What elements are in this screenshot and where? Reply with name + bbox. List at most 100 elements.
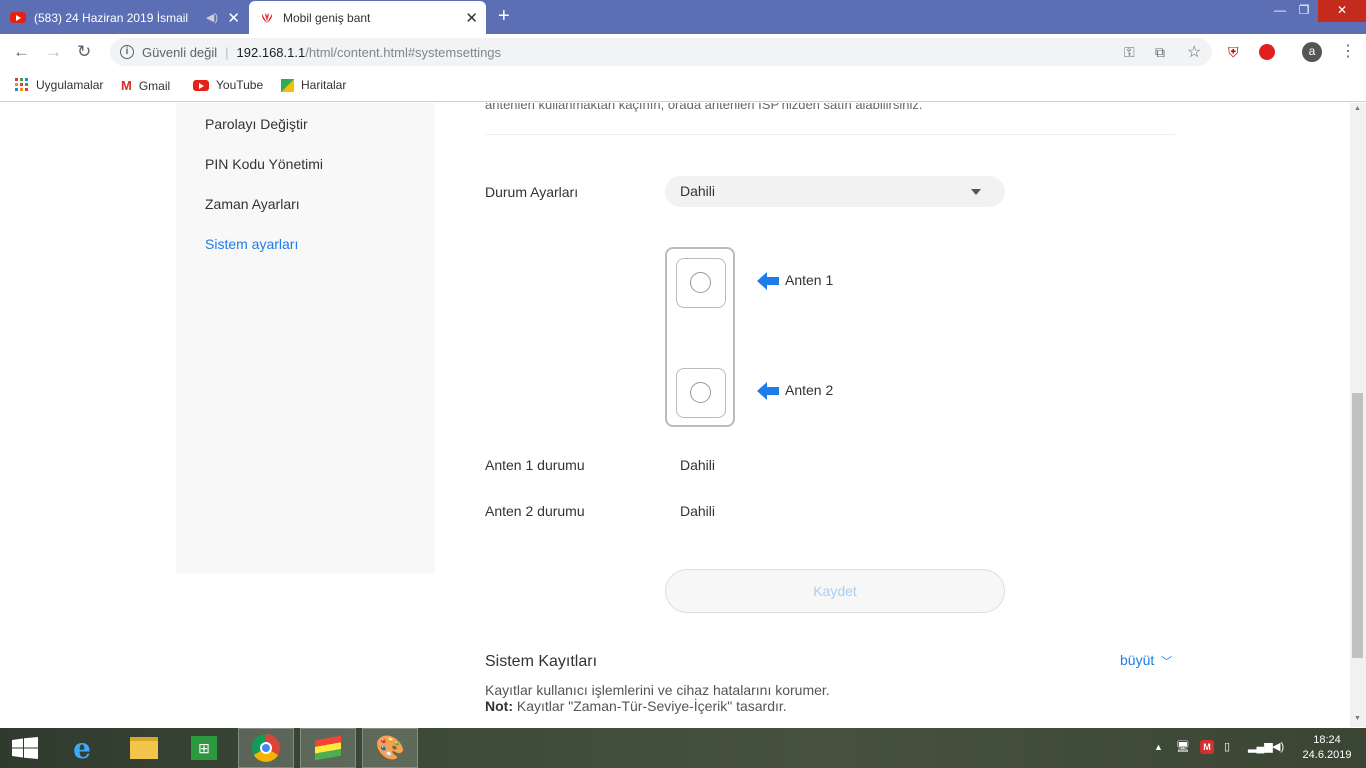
antenna1-status-value: Dahili xyxy=(680,457,716,473)
status-settings-value: Dahili xyxy=(680,183,716,199)
scroll-down-icon[interactable]: ▼ xyxy=(1354,715,1361,722)
reload-button[interactable]: ↻ xyxy=(77,42,91,62)
forward-button[interactable]: → xyxy=(45,42,62,62)
tab-title: (583) 24 Haziran 2019 İsmail xyxy=(34,10,189,25)
arrow-left-icon xyxy=(757,382,779,400)
tab-youtube[interactable]: (583) 24 Haziran 2019 İsmail ◀) ✕ xyxy=(0,1,248,34)
antivirus-icon[interactable]: M xyxy=(1200,740,1214,754)
scrollbar-thumb[interactable] xyxy=(1352,393,1363,658)
adblock-icon[interactable] xyxy=(1259,44,1275,60)
page-scrollbar[interactable]: ▲ ▼ xyxy=(1350,103,1366,727)
folder-icon xyxy=(130,737,158,759)
translate-icon[interactable]: ⧉ xyxy=(1155,44,1165,61)
bookmark-label: Haritalar xyxy=(301,78,347,92)
section-divider xyxy=(485,134,1175,135)
status-settings-select[interactable]: Dahili xyxy=(665,176,1005,207)
expand-link[interactable]: büyüt ﹀ xyxy=(1120,652,1172,669)
restore-button[interactable]: ❐ xyxy=(1292,0,1316,22)
bookmark-label: Uygulamalar xyxy=(36,78,104,92)
info-icon[interactable]: i xyxy=(120,45,134,59)
browser-tab-strip: (583) 24 Haziran 2019 İsmail ◀) ✕ Mobil … xyxy=(0,0,1366,34)
paint-palette-icon: 🎨 xyxy=(375,734,405,762)
close-tab-icon[interactable]: ✕ xyxy=(227,9,240,27)
port-ring-icon xyxy=(690,272,711,293)
antenna2-status-value: Dahili xyxy=(680,503,716,519)
page-content: Parolayı Değiştir PIN Kodu Yönetimi Zama… xyxy=(0,103,1350,727)
sidebar-item-change-password[interactable]: Parolayı Değiştir xyxy=(205,116,308,132)
sidebar-item-time-settings[interactable]: Zaman Ayarları xyxy=(205,196,300,212)
taskbar-paint[interactable]: 🎨 xyxy=(362,728,418,768)
antenna-warning-text: antenleri kullanmaktan kaçının, orada an… xyxy=(485,103,923,112)
new-tab-button[interactable]: + xyxy=(498,5,510,28)
save-button[interactable]: Kaydet xyxy=(665,569,1005,613)
arrow-left-icon xyxy=(757,272,779,290)
close-window-button[interactable]: ✕ xyxy=(1318,0,1366,22)
menu-icon[interactable]: ⋮ xyxy=(1340,41,1356,61)
taskbar-internet-explorer[interactable]: e xyxy=(54,728,110,768)
sidebar-item-system-settings[interactable]: Sistem ayarları xyxy=(205,236,298,252)
bookmark-youtube[interactable]: YouTube xyxy=(193,78,263,92)
taskbar-file-explorer[interactable] xyxy=(116,728,172,768)
router-diagram xyxy=(665,247,735,427)
tray-expand-icon[interactable]: ▲ xyxy=(1154,742,1163,752)
profile-avatar[interactable]: a xyxy=(1302,42,1322,62)
settings-sidebar: Parolayı Değiştir PIN Kodu Yönetimi Zama… xyxy=(176,103,435,573)
windows-taskbar: e ⊞ 🎨 ▲ 🖥 M ▯ ▂▄▆ ◀) 18:24 24.6.2019 xyxy=(0,728,1366,768)
speaker-icon[interactable]: ◀) xyxy=(206,11,218,24)
security-label[interactable]: Güvenli değil xyxy=(142,45,217,60)
bookmark-gmail[interactable]: M Gmail xyxy=(121,78,170,93)
close-tab-icon[interactable]: ✕ xyxy=(465,9,478,27)
scroll-up-icon[interactable]: ▲ xyxy=(1354,105,1361,112)
tab-mobile-broadband[interactable]: Mobil geniş bant ✕ xyxy=(249,1,486,34)
logs-note: Not: Kayıtlar "Zaman-Tür-Seviye-İçerik" … xyxy=(485,698,787,714)
taskbar-store[interactable]: ⊞ xyxy=(176,728,232,768)
antenna-port-2 xyxy=(676,368,726,418)
expand-label: büyüt xyxy=(1120,652,1155,668)
tab-title: Mobil geniş bant xyxy=(283,10,371,25)
star-icon[interactable]: ☆ xyxy=(1187,42,1201,62)
chrome-icon xyxy=(252,734,280,762)
minimize-button[interactable]: — xyxy=(1268,0,1292,22)
gmail-icon: M xyxy=(121,78,132,93)
address-bar[interactable]: i Güvenli değil | 192.168.1.1 /html/cont… xyxy=(110,38,1212,66)
key-icon[interactable]: ⚿ xyxy=(1124,44,1135,61)
youtube-icon xyxy=(10,12,26,23)
browser-toolbar: ← → ↻ i Güvenli değil | 192.168.1.1 /htm… xyxy=(0,34,1366,70)
sidebar-item-pin-management[interactable]: PIN Kodu Yönetimi xyxy=(205,156,323,172)
internet-explorer-icon: e xyxy=(73,731,91,765)
status-settings-label: Durum Ayarları xyxy=(485,184,579,200)
extension-shield-icon[interactable]: ⛨ xyxy=(1228,44,1239,61)
youtube-icon xyxy=(193,79,209,91)
huawei-icon xyxy=(261,12,273,23)
antenna2-status-label: Anten 2 durumu xyxy=(485,503,585,519)
chevron-down-icon: ﹀ xyxy=(1161,656,1173,668)
bookmarks-bar: Uygulamalar M Gmail YouTube Haritalar xyxy=(0,70,1366,102)
system-logs-title: Sistem Kayıtları xyxy=(485,653,598,670)
antenna1-label: Anten 1 xyxy=(785,272,834,288)
store-icon: ⊞ xyxy=(191,736,217,760)
bookmark-maps[interactable]: Haritalar xyxy=(281,78,346,92)
system-clock[interactable]: 18:24 24.6.2019 xyxy=(1296,733,1358,763)
start-button[interactable] xyxy=(0,728,50,768)
antenna2-label: Anten 2 xyxy=(785,382,834,398)
clock-time: 18:24 xyxy=(1313,734,1341,746)
signal-icon[interactable]: ▂▄▆ xyxy=(1248,740,1273,753)
url-separator: | xyxy=(225,44,229,60)
network-monitor-icon[interactable]: 🖥 xyxy=(1176,740,1190,753)
note-label: Not: xyxy=(485,698,513,714)
maps-icon xyxy=(281,78,294,92)
taskbar-chrome[interactable] xyxy=(238,728,294,768)
bookmark-label: YouTube xyxy=(216,78,264,92)
bookmark-label: Gmail xyxy=(138,78,171,93)
volume-icon[interactable]: ◀) xyxy=(1272,740,1284,753)
antenna1-status-label: Anten 1 durumu xyxy=(485,457,585,473)
windows-logo-icon xyxy=(12,737,38,759)
clock-date: 24.6.2019 xyxy=(1302,749,1352,761)
device-icon[interactable]: ▯ xyxy=(1224,740,1230,753)
back-button[interactable]: ← xyxy=(13,42,30,62)
bookmark-apps[interactable]: Uygulamalar xyxy=(15,78,103,92)
note-text: Kayıtlar "Zaman-Tür-Seviye-İçerik" tasar… xyxy=(516,698,787,714)
bluestacks-icon xyxy=(315,735,341,761)
taskbar-bluestacks[interactable] xyxy=(300,728,356,768)
antenna-port-1 xyxy=(676,258,726,308)
